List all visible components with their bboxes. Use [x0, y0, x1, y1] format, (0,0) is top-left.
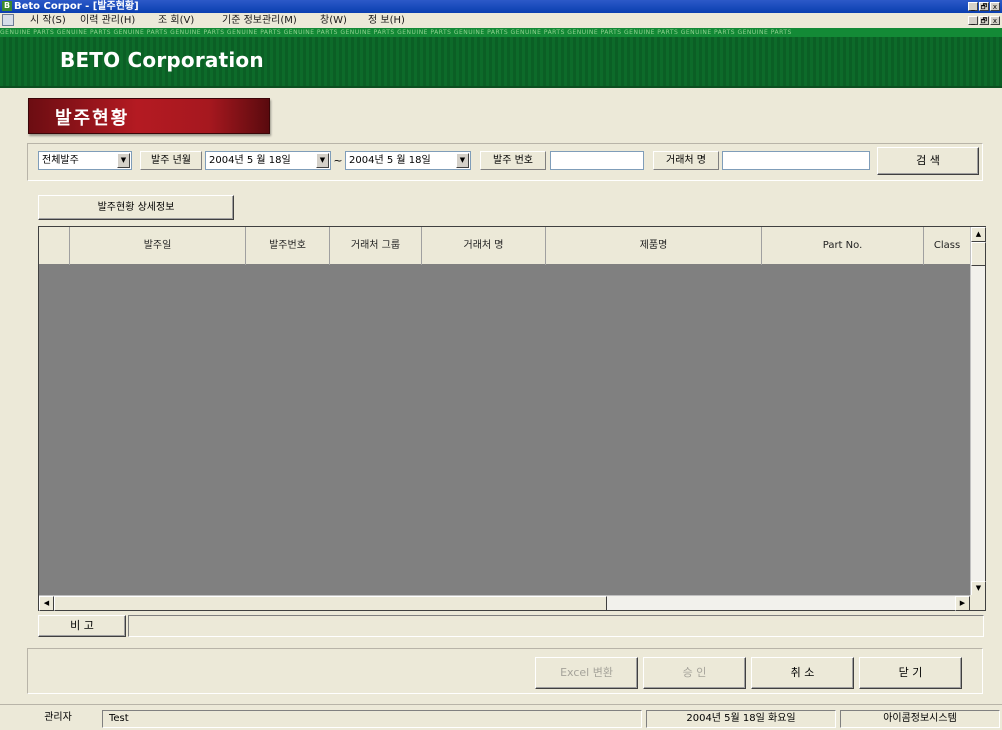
menu-master-data[interactable]: 기준 정보관리(M) [222, 13, 297, 28]
scroll-up-icon[interactable]: ▲ [971, 227, 986, 242]
date-to-picker[interactable]: 2004년 5 월 18일 ▼ [345, 151, 471, 170]
app-logo-icon: B [2, 1, 12, 11]
close-button[interactable]: 닫 기 [859, 657, 962, 689]
approve-button[interactable]: 승 인 [643, 657, 746, 689]
date-range-separator: ~ [333, 154, 343, 167]
status-system-name: 아이콤정보시스템 [840, 710, 1000, 728]
date-from-picker[interactable]: 2004년 5 월 18일 ▼ [205, 151, 331, 170]
menu-bar: 시 작(S) 이력 관리(H) 조 회(V) 기준 정보관리(M) 창(W) 정… [0, 13, 1002, 28]
company-name: BETO Corporation [60, 48, 264, 72]
col-class[interactable]: Class [924, 227, 970, 265]
mdi-restore-icon[interactable]: 🗗 [979, 16, 989, 25]
cancel-button[interactable]: 취 소 [751, 657, 854, 689]
grid-header: 발주일 발주번호 거래처 그룹 거래처 명 제품명 Part No. Class [39, 227, 970, 265]
close-icon[interactable]: x [990, 2, 1000, 11]
scroll-down-icon[interactable]: ▼ [971, 581, 986, 596]
status-user-name: Test [102, 710, 642, 728]
grid-horizontal-scrollbar[interactable]: ◀ ▶ [39, 595, 970, 611]
remark-input[interactable] [128, 615, 984, 637]
screen-title-plate: 발주현황 [28, 98, 270, 134]
order-type-value: 전체발주 [42, 155, 79, 166]
order-status-grid[interactable]: 발주일 발주번호 거래처 그룹 거래처 명 제품명 Part No. Class… [38, 226, 986, 611]
window-controls: _ 🗗 x [968, 2, 1000, 11]
col-product-name[interactable]: 제품명 [546, 227, 762, 265]
vendor-name-label: 거래처 명 [653, 151, 719, 170]
col-part-no[interactable]: Part No. [762, 227, 924, 265]
date-to-value: 2004년 5 월 18일 [349, 155, 431, 166]
order-no-input[interactable] [550, 151, 644, 170]
banner-pattern: GENUINE PARTS GENUINE PARTS GENUINE PART… [0, 28, 1002, 37]
chevron-down-icon[interactable]: ▼ [316, 153, 329, 168]
col-vendor-group[interactable]: 거래처 그룹 [330, 227, 422, 265]
restore-icon[interactable]: 🗗 [979, 2, 989, 11]
chevron-down-icon[interactable]: ▼ [456, 153, 469, 168]
chevron-down-icon[interactable]: ▼ [117, 153, 130, 168]
col-vendor-name[interactable]: 거래처 명 [422, 227, 546, 265]
menu-inquiry[interactable]: 조 회(V) [158, 13, 194, 28]
col-order-no[interactable]: 발주번호 [246, 227, 330, 265]
mdi-close-icon[interactable]: x [990, 16, 1000, 25]
window-title: Beto Corpor - [발주현황] [14, 1, 139, 12]
minimize-icon[interactable]: _ [968, 2, 978, 11]
vendor-name-input[interactable] [722, 151, 870, 170]
row-selector-header [39, 227, 70, 265]
order-date-label: 발주 년월 [140, 151, 202, 170]
detail-tab[interactable]: 발주현황 상세정보 [38, 195, 234, 220]
status-date: 2004년 5월 18일 화요일 [646, 710, 836, 728]
date-from-value: 2004년 5 월 18일 [209, 155, 291, 166]
excel-export-button[interactable]: Excel 변환 [535, 657, 638, 689]
order-no-label: 발주 번호 [480, 151, 546, 170]
company-banner: GENUINE PARTS GENUINE PARTS GENUINE PART… [0, 28, 1002, 88]
scroll-left-icon[interactable]: ◀ [39, 596, 54, 611]
menu-window[interactable]: 창(W) [320, 13, 347, 28]
horizontal-scroll-thumb[interactable] [54, 596, 607, 611]
page-title: 발주현황 [55, 108, 130, 129]
status-bar: 관리자 Test 2004년 5월 18일 화요일 아이콤정보시스템 [0, 704, 1002, 730]
vertical-scroll-thumb[interactable] [971, 242, 986, 266]
search-button[interactable]: 검 색 [877, 147, 979, 175]
col-order-date[interactable]: 발주일 [70, 227, 246, 265]
grid-vertical-scrollbar[interactable]: ▲ ▼ [970, 227, 986, 596]
scroll-right-icon[interactable]: ▶ [955, 596, 970, 611]
remark-label: 비 고 [38, 615, 126, 637]
menu-info[interactable]: 정 보(H) [368, 13, 405, 28]
document-icon[interactable] [2, 14, 14, 26]
scroll-corner [970, 595, 985, 610]
status-user-role: 관리자 [44, 712, 72, 723]
menu-history[interactable]: 이력 관리(H) [80, 13, 135, 28]
mdi-minimize-icon[interactable]: _ [968, 16, 978, 25]
mdi-window-controls: _ 🗗 x [968, 16, 1000, 25]
order-type-select[interactable]: 전체발주 ▼ [38, 151, 132, 170]
menu-start[interactable]: 시 작(S) [30, 13, 66, 28]
window-title-bar: B Beto Corpor - [발주현황] _ 🗗 x [0, 0, 1002, 13]
